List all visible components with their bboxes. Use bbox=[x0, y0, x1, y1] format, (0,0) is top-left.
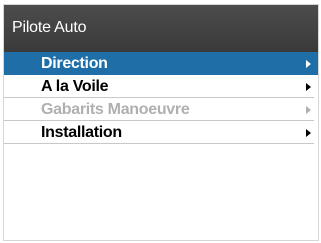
chevron-right-icon bbox=[306, 60, 311, 68]
chevron-right-icon bbox=[306, 129, 311, 137]
chevron-right-icon bbox=[306, 83, 311, 91]
menu-item-label: Direction bbox=[41, 55, 108, 72]
chevron-right-icon bbox=[306, 106, 311, 114]
menu-item-installation[interactable]: Installation bbox=[4, 121, 314, 144]
menu-list: Direction A la Voile Gabarits Manoeuvre … bbox=[4, 52, 318, 144]
menu-item-label: Gabarits Manoeuvre bbox=[41, 101, 190, 118]
autopilot-menu-panel: Pilote Auto Direction A la Voile Gabarit… bbox=[3, 4, 319, 241]
panel-title: Pilote Auto bbox=[12, 19, 87, 36]
menu-item-label: A la Voile bbox=[41, 78, 109, 95]
menu-item-direction[interactable]: Direction bbox=[4, 52, 318, 75]
menu-item-a-la-voile[interactable]: A la Voile bbox=[4, 75, 314, 98]
menu-item-label: Installation bbox=[41, 124, 122, 141]
title-bar: Pilote Auto bbox=[4, 5, 318, 52]
menu-item-gabarits-manoeuvre: Gabarits Manoeuvre bbox=[4, 98, 314, 121]
